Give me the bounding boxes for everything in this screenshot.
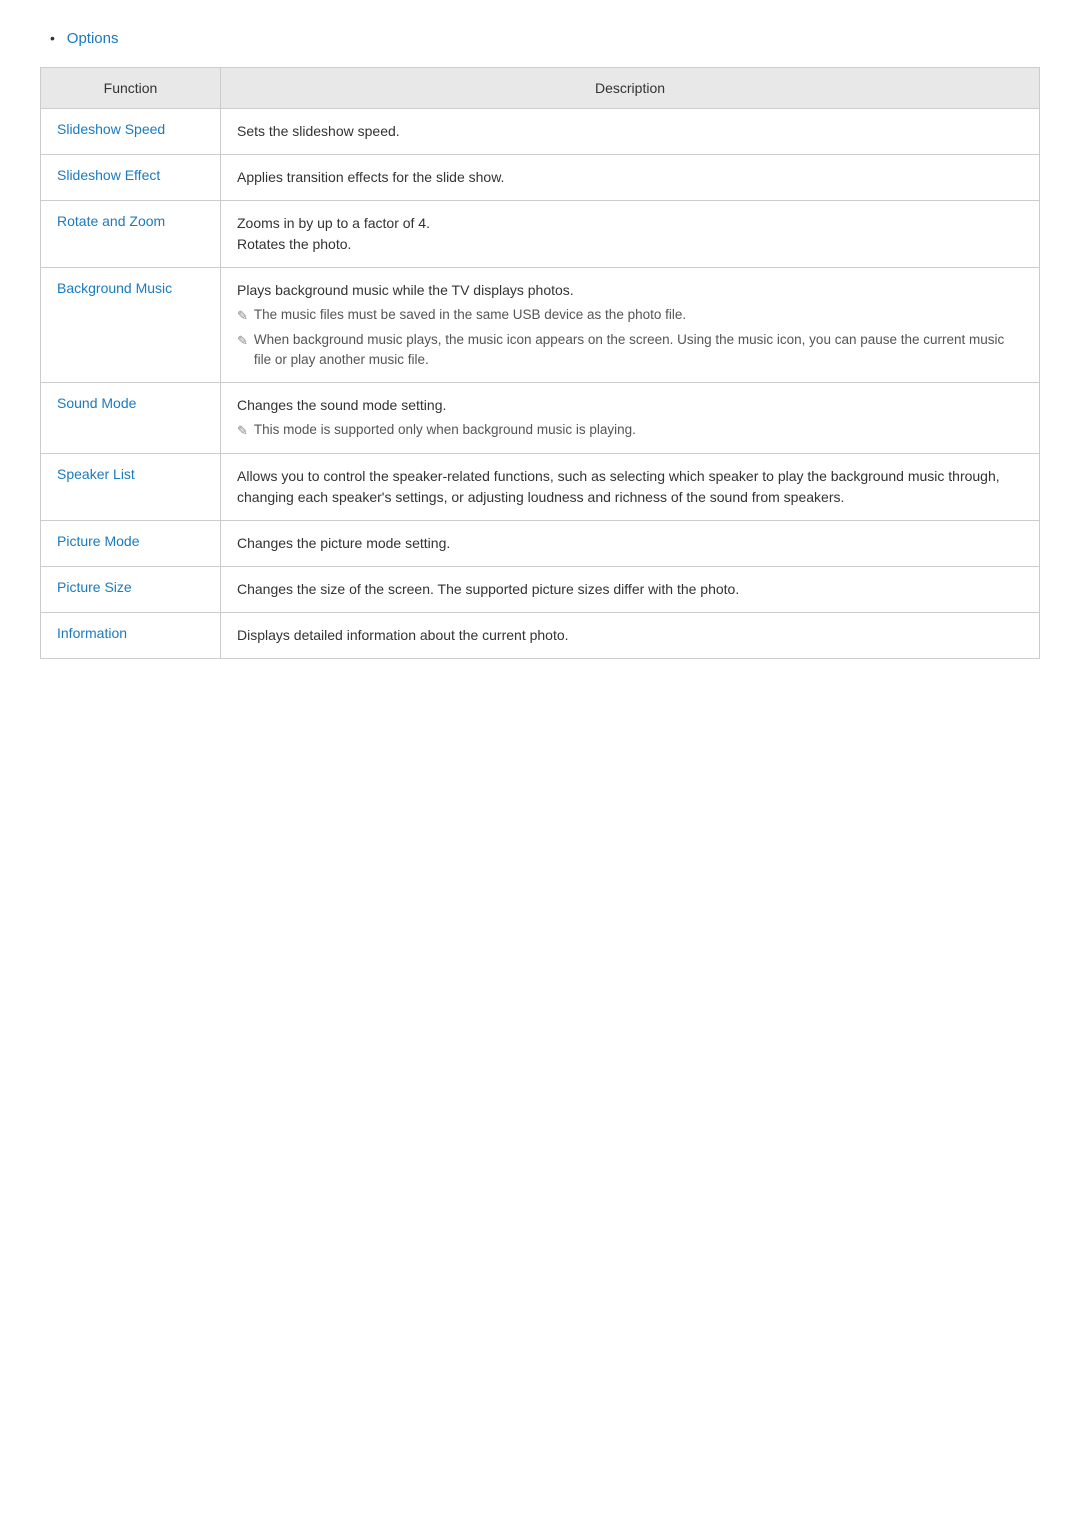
function-link-slideshow-speed[interactable]: Slideshow Speed	[57, 121, 165, 137]
table-cell-function-rotate-and-zoom: Rotate and Zoom	[41, 201, 221, 268]
table-row: Speaker List Allows you to control the sp…	[41, 453, 1040, 520]
note-text-background-music-1: When background music plays, the music i…	[254, 330, 1023, 371]
note-icon: ✎	[237, 306, 248, 326]
breadcrumb: • Options	[40, 30, 1040, 47]
desc-text-speaker-list: Allows you to control the speaker-relate…	[237, 468, 1000, 505]
table-cell-function-picture-mode: Picture Mode	[41, 520, 221, 566]
note-icon: ✎	[237, 331, 248, 351]
desc-text-information: Displays detailed information about the …	[237, 627, 569, 643]
breadcrumb-bullet: •	[50, 30, 55, 46]
table-cell-description-rotate-and-zoom: Zooms in by up to a factor of 4. Rotates …	[221, 201, 1040, 268]
table-cell-function-information: Information	[41, 612, 221, 658]
table-cell-description-information: Displays detailed information about the …	[221, 612, 1040, 658]
table-cell-function-speaker-list: Speaker List	[41, 453, 221, 520]
table-cell-function-sound-mode: Sound Mode	[41, 383, 221, 454]
desc-note-sound-mode-0: ✎ This mode is supported only when backgr…	[237, 420, 1023, 441]
table-cell-description-picture-size: Changes the size of the screen. The supp…	[221, 566, 1040, 612]
desc-text-picture-mode: Changes the picture mode setting.	[237, 535, 450, 551]
note-text-background-music-0: The music files must be saved in the sam…	[254, 305, 686, 325]
table-header-row: Function Description	[41, 68, 1040, 109]
desc-note-background-music-0: ✎ The music files must be saved in the sa…	[237, 305, 1023, 326]
table-cell-description-background-music: Plays background music while the TV disp…	[221, 268, 1040, 383]
function-link-information[interactable]: Information	[57, 625, 127, 641]
desc-text-sound-mode: Changes the sound mode setting.	[237, 397, 446, 413]
desc-text-slideshow-speed: Sets the slideshow speed.	[237, 123, 400, 139]
table-row: Sound Mode Changes the sound mode setting…	[41, 383, 1040, 454]
table-cell-function-picture-size: Picture Size	[41, 566, 221, 612]
function-link-speaker-list[interactable]: Speaker List	[57, 466, 135, 482]
function-link-rotate-and-zoom[interactable]: Rotate and Zoom	[57, 213, 165, 229]
desc-text-background-music: Plays background music while the TV disp…	[237, 282, 574, 298]
table-row: Picture Size Changes the size of the scre…	[41, 566, 1040, 612]
note-text-sound-mode-0: This mode is supported only when backgro…	[254, 420, 636, 440]
function-link-sound-mode[interactable]: Sound Mode	[57, 395, 136, 411]
breadcrumb-options-link[interactable]: Options	[67, 30, 119, 47]
function-link-slideshow-effect[interactable]: Slideshow Effect	[57, 167, 160, 183]
table-row: Picture Mode Changes the picture mode set…	[41, 520, 1040, 566]
col-header-description: Description	[221, 68, 1040, 109]
col-header-function: Function	[41, 68, 221, 109]
table-cell-description-slideshow-effect: Applies transition effects for the slide…	[221, 155, 1040, 201]
note-icon: ✎	[237, 421, 248, 441]
options-table: Function Description Slideshow Speed Sets…	[40, 67, 1040, 659]
desc-text-slideshow-effect: Applies transition effects for the slide…	[237, 169, 504, 185]
function-link-background-music[interactable]: Background Music	[57, 280, 172, 296]
table-cell-function-slideshow-speed: Slideshow Speed	[41, 109, 221, 155]
function-link-picture-size[interactable]: Picture Size	[57, 579, 132, 595]
table-cell-description-slideshow-speed: Sets the slideshow speed.	[221, 109, 1040, 155]
table-row: Slideshow Speed Sets the slideshow speed.	[41, 109, 1040, 155]
table-cell-description-sound-mode: Changes the sound mode setting. ✎ This mod…	[221, 383, 1040, 454]
desc-text-rotate-and-zoom: Rotates the photo.	[237, 236, 351, 252]
desc-text-picture-size: Changes the size of the screen. The supp…	[237, 581, 739, 597]
table-row: Rotate and Zoom Zooms in by up to a facto…	[41, 201, 1040, 268]
desc-note-background-music-1: ✎ When background music plays, the music …	[237, 330, 1023, 371]
table-row: Information Displays detailed information…	[41, 612, 1040, 658]
desc-text-rotate-and-zoom: Zooms in by up to a factor of 4.	[237, 215, 430, 231]
table-row: Background Music Plays background music w…	[41, 268, 1040, 383]
table-cell-description-speaker-list: Allows you to control the speaker-relate…	[221, 453, 1040, 520]
table-cell-function-background-music: Background Music	[41, 268, 221, 383]
table-row: Slideshow Effect Applies transition effec…	[41, 155, 1040, 201]
table-cell-function-slideshow-effect: Slideshow Effect	[41, 155, 221, 201]
table-cell-description-picture-mode: Changes the picture mode setting.	[221, 520, 1040, 566]
function-link-picture-mode[interactable]: Picture Mode	[57, 533, 139, 549]
